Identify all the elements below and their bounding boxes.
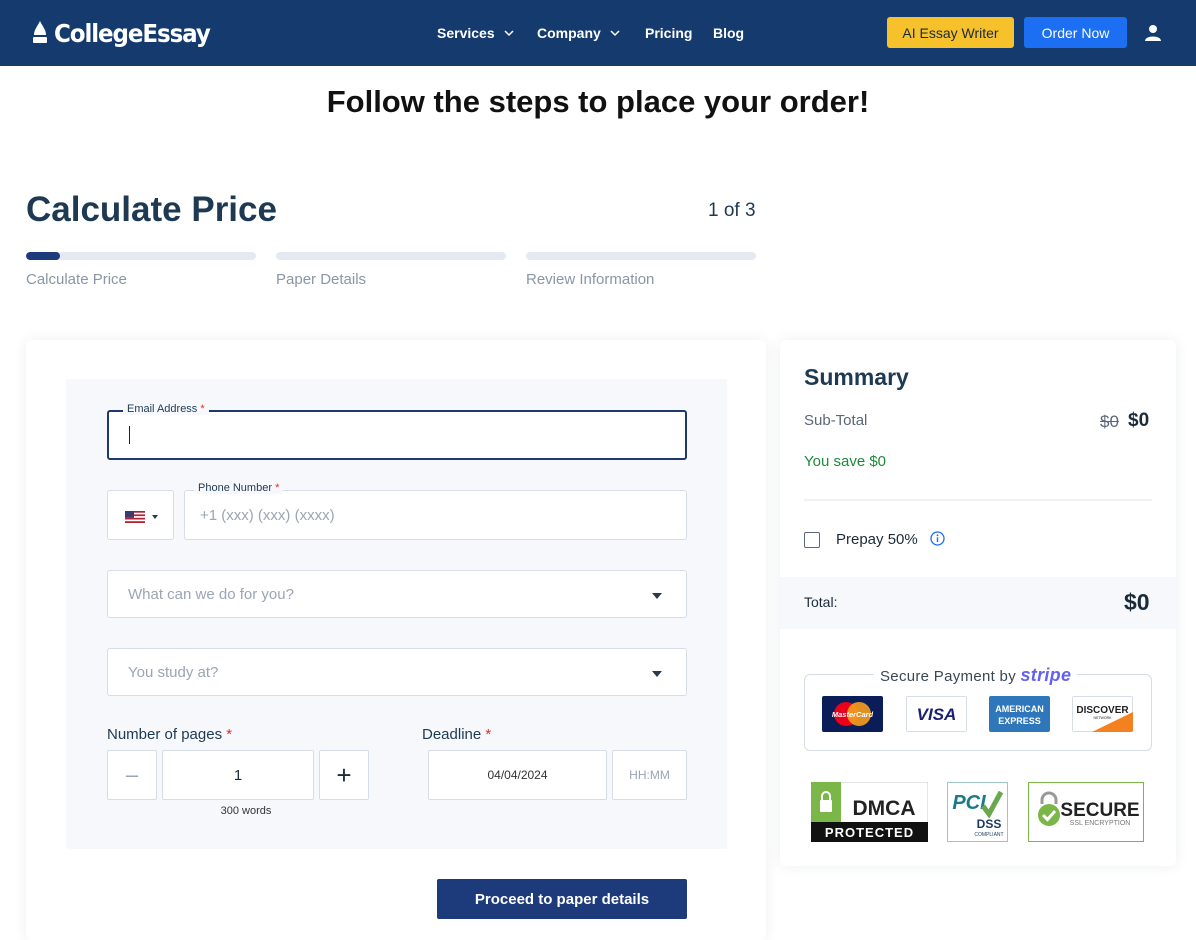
page-title: Follow the steps to place your order! (326, 84, 870, 119)
secure-payment-title: Secure Payment by stripe (874, 665, 1078, 686)
nav-blog[interactable]: Blog (713, 0, 744, 66)
svg-text:VISA: VISA (917, 705, 957, 724)
divider (804, 499, 1152, 501)
service-select[interactable]: What can we do for you? (107, 570, 687, 618)
step-label-1: Calculate Price (26, 271, 127, 288)
svg-text:DMCA: DMCA (853, 797, 916, 820)
nav-blog-label: Blog (713, 25, 745, 41)
nav-company[interactable]: Company (537, 0, 620, 66)
logo[interactable]: CollegeEssay (30, 16, 223, 50)
svg-text:SSL ENCRYPTION: SSL ENCRYPTION (1070, 820, 1131, 827)
svg-text:MasterCard: MasterCard (832, 710, 874, 719)
american-express-icon: AMERICAN EXPRESS (989, 696, 1050, 732)
discover-icon: DISCOVER NETWORK (1072, 696, 1133, 732)
deadline-time-input[interactable]: HH:MM (612, 750, 687, 800)
subtotal-price: $0 (1128, 410, 1150, 431)
pages-input[interactable]: 1 (162, 750, 314, 800)
ai-essay-writer-button[interactable]: AI Essay Writer (887, 17, 1014, 48)
step-progress-bar-1 (26, 252, 256, 260)
email-field[interactable]: Email Address * (107, 403, 687, 460)
word-count: 300 words (220, 805, 272, 817)
email-label: Email Address * (123, 403, 209, 415)
proceed-button[interactable]: Proceed to paper details (437, 879, 687, 919)
stripe-logo: stripe (1020, 665, 1072, 685)
total-value: $0 (1124, 589, 1150, 615)
study-select-placeholder: You study at? (128, 664, 219, 681)
savings-text: You save $0 (804, 453, 887, 470)
svg-text:DISCOVER: DISCOVER (1076, 705, 1129, 716)
total-label: Total: (804, 594, 838, 610)
phone-field[interactable]: Phone Number * +1 (xxx) (xxx) (xxxx) (184, 482, 687, 540)
top-navbar: CollegeEssay Services Company Pricing Bl… (0, 0, 1196, 66)
step-label-3: Review Information (526, 271, 655, 288)
svg-text:EXPRESS: EXPRESS (998, 716, 1041, 726)
step-progress-bar-3 (526, 252, 756, 260)
study-level-select[interactable]: You study at? (107, 648, 687, 696)
order-now-button[interactable]: Order Now (1024, 17, 1127, 48)
deadline-date-input[interactable]: 04/04/2024 (428, 750, 607, 800)
visa-icon: VISA (906, 696, 967, 732)
info-icon[interactable] (930, 531, 945, 546)
step-progress-bar-2 (276, 252, 506, 260)
svg-text:NETWORK: NETWORK (1094, 716, 1113, 720)
step-label-2: Paper Details (276, 271, 367, 288)
svg-text:COMPLIANT: COMPLIANT (974, 832, 1003, 838)
svg-text:AMERICAN: AMERICAN (995, 704, 1044, 714)
step-counter: 1 of 3 (708, 200, 756, 221)
summary-title: Summary (804, 364, 909, 390)
svg-text:DSS: DSS (977, 817, 1002, 831)
increase-pages-button[interactable]: + (319, 750, 369, 800)
text-cursor (129, 426, 130, 444)
us-flag-icon (125, 511, 145, 523)
nav-company-label: Company (537, 25, 601, 41)
svg-text:SECURE: SECURE (1060, 800, 1139, 821)
caret-down-icon (652, 671, 662, 677)
total-row (780, 577, 1176, 629)
phone-label: Phone Number * (194, 482, 284, 494)
nav-services[interactable]: Services (437, 0, 514, 66)
subtotal-label: Sub-Total (804, 412, 868, 429)
phone-placeholder: +1 (xxx) (xxx) (xxxx) (200, 507, 335, 524)
nav-pricing[interactable]: Pricing (645, 0, 692, 66)
mastercard-icon: MasterCard (822, 696, 883, 732)
dmca-badge: DMCA PROTECTED (811, 782, 928, 842)
svg-text:PROTECTED: PROTECTED (825, 825, 914, 840)
nav-pricing-label: Pricing (645, 25, 693, 41)
subtotal-old-price: $0 (1100, 412, 1119, 431)
prepay-checkbox[interactable] (804, 532, 820, 548)
country-code-select[interactable] (107, 490, 174, 540)
chevron-down-icon (610, 30, 620, 37)
svg-text:PCI: PCI (952, 792, 986, 814)
caret-down-icon (152, 515, 158, 519)
chevron-down-icon (504, 30, 514, 37)
nav-services-label: Services (437, 25, 495, 41)
ssl-secure-badge: SECURE SSL ENCRYPTION (1028, 782, 1144, 842)
step-progress-fill-1 (26, 252, 60, 260)
pen-logo-icon (33, 21, 47, 43)
user-icon[interactable] (1145, 24, 1161, 41)
service-select-placeholder: What can we do for you? (128, 586, 294, 603)
logo-text: CollegeEssay (54, 18, 211, 48)
section-title: Calculate Price (26, 190, 277, 229)
decrease-pages-button[interactable]: – (107, 750, 157, 800)
deadline-label: Deadline * (422, 726, 492, 743)
prepay-label[interactable]: Prepay 50% (836, 531, 918, 548)
pages-label: Number of pages * (107, 726, 233, 743)
pci-dss-badge: PCI DSS COMPLIANT (947, 782, 1008, 842)
caret-down-icon (652, 593, 662, 599)
